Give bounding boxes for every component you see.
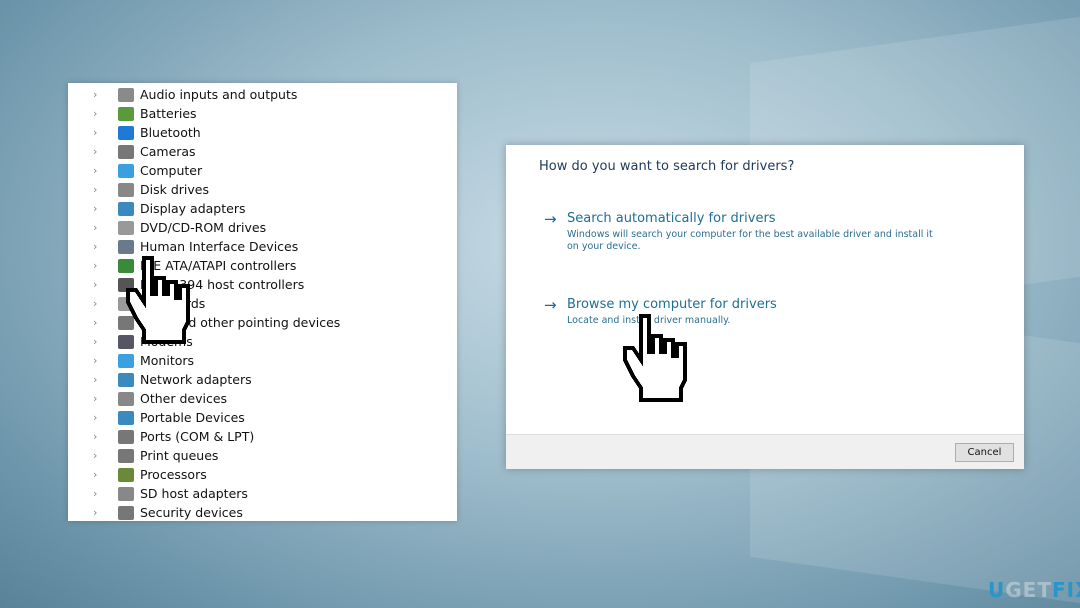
tree-item-label: Audio inputs and outputs	[140, 87, 298, 102]
tree-item[interactable]: › Batteries	[68, 104, 197, 123]
chevron-right-icon[interactable]: ›	[93, 259, 103, 272]
hand-cursor-icon	[126, 256, 190, 344]
chevron-right-icon[interactable]: ›	[93, 430, 103, 443]
tree-item[interactable]: › Audio inputs and outputs	[68, 85, 297, 104]
dialog-question: How do you want to search for drivers?	[539, 159, 795, 174]
tree-item-label: Computer	[140, 163, 203, 178]
security-icon	[118, 505, 134, 520]
tree-item-label: Batteries	[140, 106, 197, 121]
portable-icon	[118, 410, 134, 425]
option-title[interactable]: Browse my computer for drivers	[567, 297, 777, 312]
tree-item-label: Portable Devices	[140, 410, 245, 425]
tree-item-label: Monitors	[140, 353, 195, 368]
option-title[interactable]: Search automatically for drivers	[567, 211, 776, 226]
display-icon	[118, 201, 134, 216]
tree-item[interactable]: › Disk drives	[68, 180, 209, 199]
hand-cursor-icon	[623, 314, 687, 402]
printer-icon	[118, 448, 134, 463]
tree-item[interactable]: › DVD/CD-ROM drives	[68, 218, 266, 237]
chevron-right-icon[interactable]: ›	[93, 392, 103, 405]
speaker-icon	[118, 87, 134, 102]
chevron-right-icon[interactable]: ›	[93, 506, 103, 519]
chevron-right-icon[interactable]: ›	[93, 354, 103, 367]
sd-icon	[118, 486, 134, 501]
tree-item-label: SD host adapters	[140, 486, 248, 501]
tree-item-label: Security devices	[140, 505, 243, 520]
port-icon	[118, 429, 134, 444]
tree-item-label: Processors	[140, 467, 207, 482]
chevron-right-icon[interactable]: ›	[93, 487, 103, 500]
battery-icon	[118, 106, 134, 121]
tree-item-label: Ports (COM & LPT)	[140, 429, 255, 444]
dialog-footer: Cancel	[506, 434, 1024, 469]
tree-item[interactable]: › Print queues	[68, 446, 218, 465]
chevron-right-icon[interactable]: ›	[93, 335, 103, 348]
tree-item[interactable]: › Portable Devices	[68, 408, 245, 427]
chevron-right-icon[interactable]: ›	[93, 88, 103, 101]
ugetfix-logo: UGETFIX	[988, 578, 1080, 602]
arrow-right-icon: →	[544, 296, 557, 314]
tree-item[interactable]: › Other devices	[68, 389, 227, 408]
chevron-right-icon[interactable]: ›	[93, 145, 103, 158]
tree-item[interactable]: › Processors	[68, 465, 207, 484]
chevron-right-icon[interactable]: ›	[93, 107, 103, 120]
chevron-right-icon[interactable]: ›	[93, 278, 103, 291]
chevron-right-icon[interactable]: ›	[93, 316, 103, 329]
tree-item[interactable]: › Cameras	[68, 142, 196, 161]
bluetooth-icon	[118, 125, 134, 140]
tree-item-label: Other devices	[140, 391, 228, 406]
monitor-icon	[118, 353, 134, 368]
tree-item-label: Bluetooth	[140, 125, 201, 140]
disk-icon	[118, 182, 134, 197]
tree-item[interactable]: › Security devices	[68, 503, 243, 521]
update-drivers-dialog: How do you want to search for drivers? →…	[506, 145, 1024, 469]
network-icon	[118, 372, 134, 387]
tree-item-label: Network adapters	[140, 372, 252, 387]
tree-item[interactable]: › Computer	[68, 161, 202, 180]
cpu-icon	[118, 467, 134, 482]
unknown-device-icon	[118, 391, 134, 406]
tree-item-label: Disk drives	[140, 182, 209, 197]
chevron-right-icon[interactable]: ›	[93, 221, 103, 234]
chevron-right-icon[interactable]: ›	[93, 373, 103, 386]
tree-item-label: Cameras	[140, 144, 196, 159]
tree-item-label: Display adapters	[140, 201, 246, 216]
chevron-right-icon[interactable]: ›	[93, 240, 103, 253]
tree-item[interactable]: › Mice and other pointing devices	[68, 313, 340, 332]
tree-item[interactable]: › Bluetooth	[68, 123, 201, 142]
tree-item[interactable]: › Network adapters	[68, 370, 252, 389]
dvd-icon	[118, 220, 134, 235]
tree-item[interactable]: › Monitors	[68, 351, 194, 370]
tree-item[interactable]: › Display adapters	[68, 199, 245, 218]
computer-icon	[118, 163, 134, 178]
chevron-right-icon[interactable]: ›	[93, 164, 103, 177]
tree-item[interactable]: › SD host adapters	[68, 484, 248, 503]
tree-item-label: DVD/CD-ROM drives	[140, 220, 267, 235]
chevron-right-icon[interactable]: ›	[93, 183, 103, 196]
hid-icon	[118, 239, 134, 254]
option-description: Windows will search your computer for th…	[567, 229, 933, 252]
arrow-right-icon: →	[544, 210, 557, 228]
tree-item[interactable]: › Ports (COM & LPT)	[68, 427, 254, 446]
chevron-right-icon[interactable]: ›	[93, 202, 103, 215]
tree-item-label: Human Interface Devices	[140, 239, 299, 254]
camera-icon	[118, 144, 134, 159]
tree-item-label: Print queues	[140, 448, 219, 463]
cancel-button[interactable]: Cancel	[955, 443, 1014, 462]
chevron-right-icon[interactable]: ›	[93, 411, 103, 424]
chevron-right-icon[interactable]: ›	[93, 297, 103, 310]
chevron-right-icon[interactable]: ›	[93, 126, 103, 139]
chevron-right-icon[interactable]: ›	[93, 449, 103, 462]
chevron-right-icon[interactable]: ›	[93, 468, 103, 481]
